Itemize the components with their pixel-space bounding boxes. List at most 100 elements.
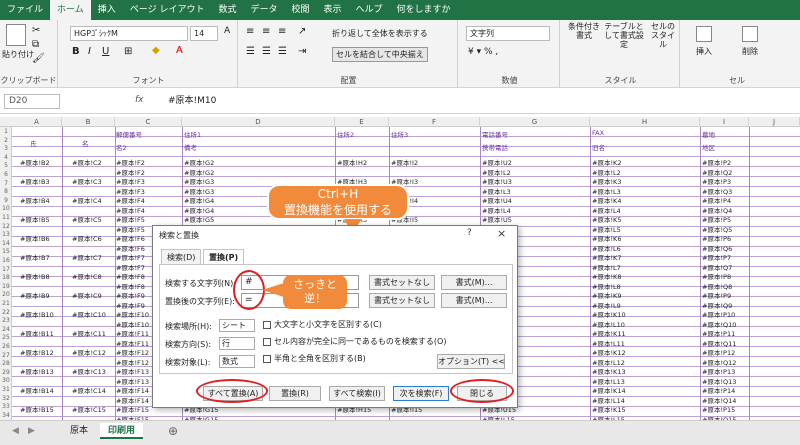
cell-i[interactable]: #原本!Q11	[702, 338, 736, 348]
cell-c[interactable]: #原本!F4	[116, 195, 145, 205]
row-header[interactable]: 13	[0, 231, 12, 238]
row-header[interactable]: 19	[0, 283, 12, 290]
column-header[interactable]: H	[590, 117, 700, 127]
font-name-select[interactable]: HGPｺﾞｼｯｸM	[70, 26, 188, 41]
cell-i[interactable]: #原本!Q2	[702, 167, 732, 177]
cell-g[interactable]: #原本!L4	[482, 205, 511, 215]
row-header[interactable]: 23	[0, 317, 12, 324]
header-cell-a[interactable]: 氏	[30, 138, 37, 148]
row-header[interactable]: 2	[0, 137, 12, 144]
cell-a[interactable]: #原本!B2	[20, 157, 50, 167]
cell-h[interactable]: #原本!L2	[592, 167, 621, 177]
cell-i[interactable]: #原本!P6	[702, 233, 731, 243]
cell-b[interactable]: #原本!C3	[72, 176, 102, 186]
row-header[interactable]: 27	[0, 352, 12, 359]
row-header[interactable]: 12	[0, 223, 12, 230]
cell-b[interactable]: #原本!C6	[72, 233, 102, 243]
within-select[interactable]: シート	[219, 319, 255, 332]
options-button[interactable]: オプション(T) <<	[437, 354, 505, 369]
delete-button[interactable]	[742, 26, 758, 44]
align-bottom-icon[interactable]: ≡	[278, 26, 286, 37]
cell-i[interactable]: #原本!Q6	[702, 243, 732, 253]
cell-b[interactable]: #原本!C7	[72, 252, 102, 262]
conditional-format-button[interactable]: 条件付き書式	[568, 22, 600, 40]
cell-b[interactable]: #原本!C4	[72, 195, 102, 205]
column-header[interactable]: J	[749, 117, 800, 127]
row-header[interactable]: 5	[0, 162, 12, 169]
find-next-button[interactable]: 次を検索(F)	[393, 386, 449, 401]
cell-b[interactable]: #原本!C5	[72, 214, 102, 224]
cell-h[interactable]: #原本!L4	[592, 205, 621, 215]
cell-e[interactable]: #原本!H2	[337, 157, 367, 167]
cell-h[interactable]: #原本!K9	[592, 290, 621, 300]
add-sheet-icon[interactable]: ⊕	[160, 423, 186, 439]
cell-h[interactable]: #原本!L12	[592, 357, 625, 367]
row-header[interactable]: 1	[0, 128, 12, 135]
row-header[interactable]: 20	[0, 291, 12, 298]
header-cell-f1[interactable]: 住所3	[391, 129, 408, 139]
cell-h[interactable]: #原本!K3	[592, 176, 621, 186]
cell-i[interactable]: #原本!Q3	[702, 186, 732, 196]
find-all-button[interactable]: すべて検索(I)	[329, 386, 385, 401]
row-header[interactable]: 4	[0, 154, 12, 161]
cell-a[interactable]: #原本!B8	[20, 271, 50, 281]
cell-c[interactable]: #原本!F6	[116, 233, 145, 243]
cell-c[interactable]: #原本!F8	[116, 281, 145, 291]
menu-tab-6[interactable]: 校閲	[284, 0, 316, 20]
cell-h[interactable]: #原本!L11	[592, 338, 625, 348]
row-header[interactable]: 3	[0, 145, 12, 152]
cell-d[interactable]: #原本!G3	[184, 186, 214, 196]
row-header[interactable]: 17	[0, 266, 12, 273]
cell-b[interactable]: #原本!C2	[72, 157, 102, 167]
row-header[interactable]: 7	[0, 180, 12, 187]
cell-a[interactable]: #原本!B14	[20, 385, 54, 395]
cell-c[interactable]: #原本!F3	[116, 186, 145, 196]
cell-i[interactable]: #原本!Q12	[702, 357, 736, 367]
align-middle-icon[interactable]: ≡	[262, 26, 270, 37]
cell-c[interactable]: #原本!F2	[116, 157, 145, 167]
cell-b[interactable]: #原本!C11	[72, 328, 106, 338]
find-format-button[interactable]: 書式(M)...	[441, 275, 507, 290]
cell-i[interactable]: #原本!P12	[702, 347, 735, 357]
close-icon[interactable]: ×	[497, 227, 506, 240]
border-icon[interactable]: ⊞	[124, 46, 132, 57]
cell-i[interactable]: #原本!P2	[702, 157, 731, 167]
cell-d[interactable]: #原本!G4	[184, 205, 214, 215]
cell-h[interactable]: #原本!K15	[592, 404, 626, 414]
row-header[interactable]: 9	[0, 197, 12, 204]
cell-g[interactable]: #原本!U5	[482, 214, 512, 224]
cell-h[interactable]: #原本!K13	[592, 366, 626, 376]
menu-tab-0[interactable]: ファイル	[0, 0, 50, 20]
cell-c[interactable]: #原本!F5	[116, 224, 145, 234]
fx-icon[interactable]: fx	[135, 95, 144, 105]
row-header[interactable]: 21	[0, 300, 12, 307]
cell-c[interactable]: #原本!F8	[116, 271, 145, 281]
cell-b[interactable]: #原本!C15	[72, 404, 106, 414]
tab-scroll-right-icon[interactable]: ▶	[20, 423, 43, 439]
align-top-icon[interactable]: ≡	[246, 26, 254, 37]
cell-g[interactable]: #原本!U3	[482, 176, 512, 186]
cell-h[interactable]: #原本!L14	[592, 395, 625, 405]
column-header[interactable]: E	[335, 117, 389, 127]
cell-g[interactable]: #原本!U2	[482, 157, 512, 167]
header-cell-h2[interactable]: 旧名	[592, 142, 605, 152]
indent-icon[interactable]: ⇥	[298, 46, 306, 57]
menu-tab-5[interactable]: データ	[243, 0, 284, 20]
cell-i[interactable]: #原本!P13	[702, 366, 735, 376]
cell-h[interactable]: #原本!K14	[592, 385, 626, 395]
cell-c[interactable]: #原本!F6	[116, 243, 145, 253]
name-box[interactable]: D20	[4, 94, 60, 109]
cell-c[interactable]: #原本!F9	[116, 300, 145, 310]
column-header[interactable]: F	[389, 117, 480, 127]
cell-a[interactable]: #原本!B4	[20, 195, 50, 205]
cell-h[interactable]: #原本!L5	[592, 224, 621, 234]
cell-h[interactable]: #原本!K5	[592, 214, 621, 224]
grow-font-icon[interactable]: A	[224, 26, 230, 36]
row-header[interactable]: 6	[0, 171, 12, 178]
cell-a[interactable]: #原本!B5	[20, 214, 50, 224]
cell-h[interactable]: #原本!L8	[592, 281, 621, 291]
cell-h[interactable]: #原本!K8	[592, 271, 621, 281]
cell-a[interactable]: #原本!B3	[20, 176, 50, 186]
cell-h[interactable]: #原本!K4	[592, 195, 621, 205]
cell-d[interactable]: #原本!G5	[184, 214, 214, 224]
